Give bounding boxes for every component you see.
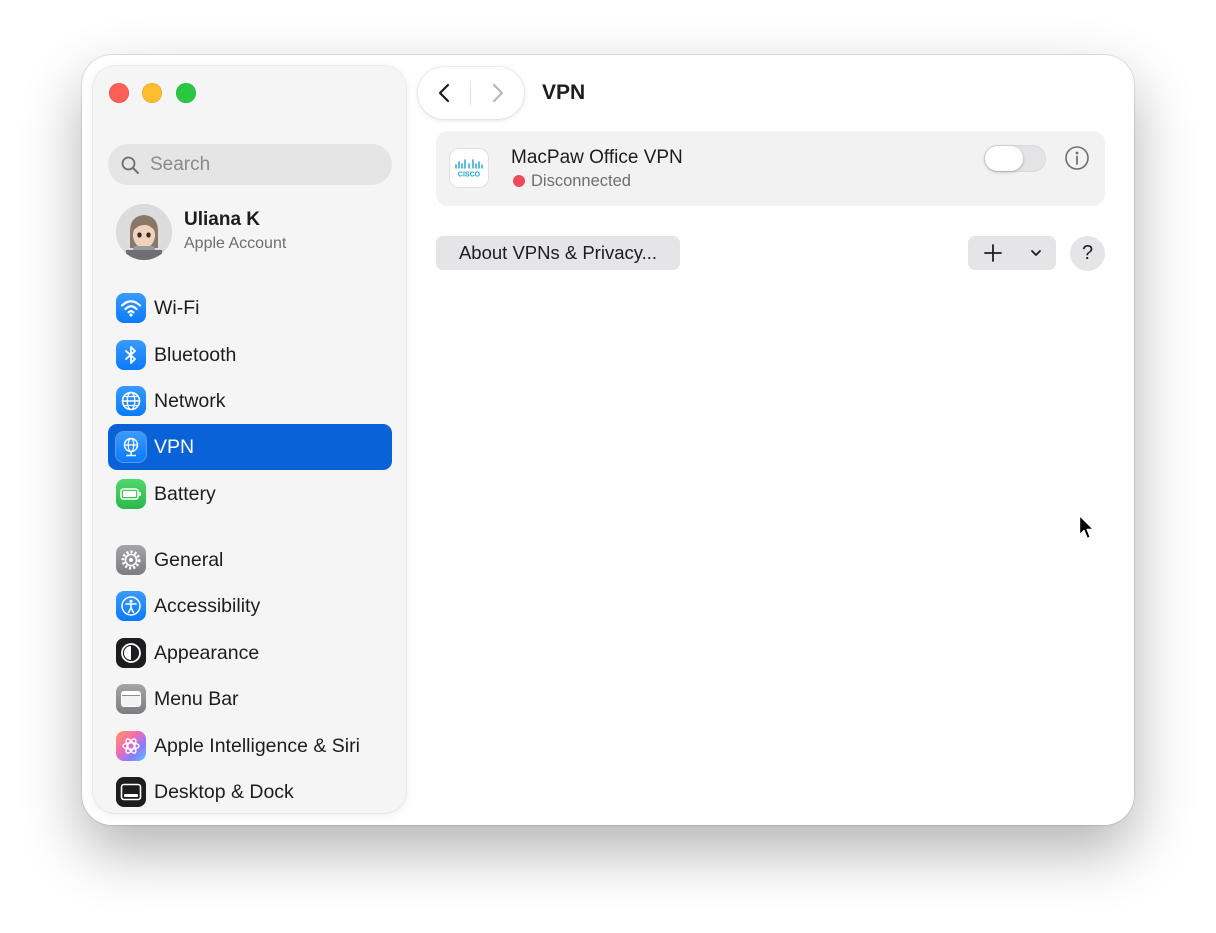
cisco-logo-icon: CISCO [450, 149, 488, 187]
menu-bar-icon [116, 684, 146, 714]
help-button[interactable]: ? [1070, 236, 1105, 271]
sidebar-item-label: Appearance [154, 641, 260, 664]
divider [470, 81, 471, 105]
sidebar-item-accessibility[interactable]: Accessibility [108, 583, 392, 629]
sidebar-item-network[interactable]: Network [108, 378, 392, 424]
vpn-toggle[interactable] [984, 145, 1046, 172]
status-indicator-dot [513, 175, 525, 187]
sidebar-item-apple-intelligence-siri[interactable]: Apple Intelligence & Siri [108, 723, 392, 769]
search-input[interactable] [148, 152, 382, 177]
sidebar-item-label: General [154, 548, 224, 571]
sidebar-item-label: Bluetooth [154, 343, 237, 366]
navigation-buttons [418, 67, 524, 119]
cisco-logo-text: CISCO [458, 172, 481, 179]
sidebar-item-label: Wi-Fi [154, 296, 200, 319]
sidebar-item-label: Desktop & Dock [154, 780, 294, 803]
globe-icon [116, 386, 146, 416]
sidebar-item-label: Apple Intelligence & Siri [154, 734, 360, 757]
sidebar-item-general[interactable]: General [108, 537, 392, 583]
page-title: VPN [542, 81, 586, 104]
vpn-status: Disconnected [531, 172, 631, 190]
zoom-window-button[interactable] [176, 83, 196, 103]
accessibility-icon [116, 591, 146, 621]
sidebar-item-label: Menu Bar [154, 687, 239, 710]
vpn-name: MacPaw Office VPN [511, 147, 683, 168]
wifi-icon [116, 293, 146, 323]
back-chevron-icon[interactable] [432, 79, 458, 107]
sidebar-item-wifi[interactable]: Wi-Fi [108, 285, 392, 331]
minimize-window-button[interactable] [142, 83, 162, 103]
sidebar-item-appearance[interactable]: Appearance [108, 630, 392, 676]
gear-icon [116, 545, 146, 575]
memoji-avatar-icon [116, 204, 172, 260]
add-vpn-menu-button[interactable] [968, 236, 1056, 270]
bluetooth-icon [116, 340, 146, 370]
sidebar-item-battery[interactable]: Battery [108, 471, 392, 517]
sidebar-item-vpn[interactable]: VPN [108, 424, 392, 470]
forward-chevron-icon[interactable] [484, 79, 510, 107]
profile-name: Uliana K [184, 209, 261, 230]
sidebar-item-label: VPN [154, 435, 195, 458]
sidebar-item-label: Accessibility [154, 594, 261, 617]
system-settings-window: Uliana K Apple Account Wi-Fi [82, 55, 1134, 825]
chevron-down-icon [1031, 250, 1041, 256]
search-field[interactable] [108, 144, 392, 185]
profile-subtitle: Apple Account [184, 235, 287, 252]
battery-icon [116, 479, 146, 509]
siri-icon [116, 731, 146, 761]
vpn-globe-icon [116, 432, 146, 462]
sidebar-item-label: Network [154, 389, 226, 412]
sidebar-item-menu-bar[interactable]: Menu Bar [108, 676, 392, 722]
sidebar: Uliana K Apple Account Wi-Fi [93, 66, 406, 813]
sidebar-item-bluetooth[interactable]: Bluetooth [108, 332, 392, 378]
vpn-configuration-row: CISCO MacPaw Office VPN Disconnected [436, 131, 1105, 206]
info-icon[interactable] [1064, 145, 1090, 171]
toggle-knob [985, 146, 1023, 171]
close-window-button[interactable] [109, 83, 129, 103]
mouse-pointer-icon [1078, 514, 1095, 540]
plus-icon [984, 244, 1002, 262]
dock-icon [116, 777, 146, 807]
apple-account-profile[interactable]: Uliana K Apple Account [116, 204, 386, 260]
appearance-icon [116, 638, 146, 668]
about-vpns-privacy-button[interactable]: About VPNs & Privacy... [436, 236, 680, 270]
sidebar-item-label: Battery [154, 482, 216, 505]
avatar [116, 204, 172, 260]
search-icon [121, 156, 139, 174]
sidebar-item-desktop-dock[interactable]: Desktop & Dock [108, 769, 392, 813]
